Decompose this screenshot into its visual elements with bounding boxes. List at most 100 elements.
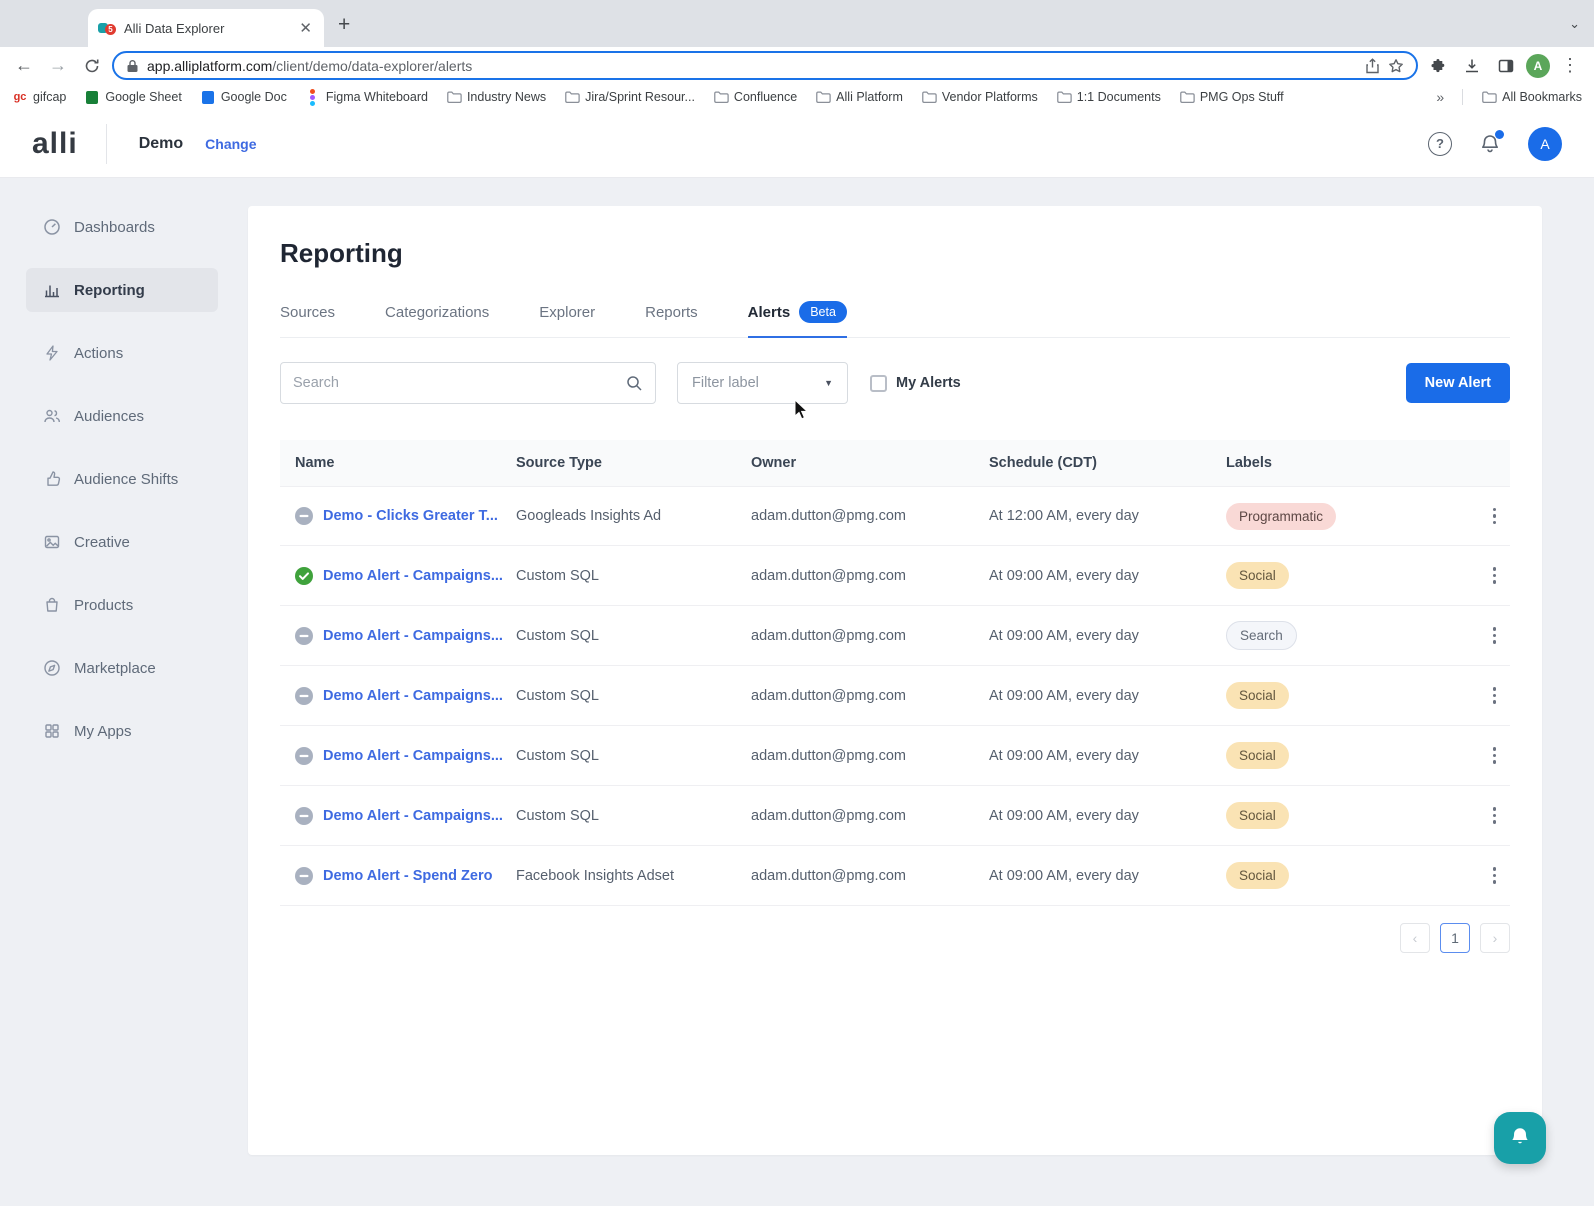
sidebar-item[interactable]: Creative: [26, 520, 218, 564]
new-alert-button[interactable]: New Alert: [1405, 363, 1510, 403]
change-client-link[interactable]: Change: [205, 136, 256, 152]
downloads-icon[interactable]: [1458, 52, 1486, 80]
figma-icon: [305, 88, 321, 106]
all-bookmarks[interactable]: All Bookmarks: [1481, 89, 1582, 105]
folder-icon: [921, 89, 937, 105]
next-page-button[interactable]: ›: [1480, 923, 1510, 953]
bookmark-item[interactable]: Figma Whiteboard: [305, 88, 428, 106]
divider: [1462, 89, 1464, 105]
table-header-row: Name Source Type Owner Schedule (CDT) La…: [280, 440, 1510, 486]
sidebar-item[interactable]: My Apps: [26, 709, 218, 753]
sidebar-item[interactable]: Audiences: [26, 394, 218, 438]
bookmark-item[interactable]: Confluence: [713, 89, 797, 105]
label-pill: Social: [1226, 742, 1289, 769]
folder-icon: [1481, 89, 1497, 105]
bookmark-item[interactable]: Vendor Platforms: [921, 89, 1038, 105]
bookmark-label: gifcap: [33, 90, 67, 104]
sidebar: Dashboards Reporting Actions Audiences A…: [0, 178, 248, 1206]
row-menu-icon[interactable]: [1489, 504, 1501, 529]
browser-profile-avatar[interactable]: A: [1526, 53, 1550, 78]
share-icon[interactable]: [1365, 57, 1380, 74]
tab[interactable]: Alerts Beta: [747, 301, 847, 338]
row-menu-icon[interactable]: [1489, 683, 1501, 708]
alli-logo[interactable]: alli: [32, 127, 78, 161]
sidebar-item-label: Reporting: [74, 281, 145, 299]
sidebar-item[interactable]: Reporting: [26, 268, 218, 312]
bookmark-item[interactable]: Industry News: [446, 89, 546, 105]
paused-icon: [295, 507, 313, 525]
row-menu-icon[interactable]: [1489, 803, 1501, 828]
bookmark-item[interactable]: Jira/Sprint Resour...: [564, 89, 695, 105]
side-panel-icon[interactable]: [1492, 52, 1520, 80]
row-menu-icon[interactable]: [1489, 623, 1501, 648]
notifications-bell-icon[interactable]: [1478, 129, 1504, 156]
new-tab-button[interactable]: +: [338, 14, 350, 35]
column-header-source-type: Source Type: [516, 455, 602, 471]
notification-badge: [1495, 129, 1504, 139]
refresh-icon[interactable]: [78, 52, 106, 80]
bookmarks-overflow-icon[interactable]: »: [1436, 89, 1444, 105]
tab-close-icon[interactable]: ✕: [297, 19, 314, 37]
alert-name-link[interactable]: Demo Alert - Campaigns...: [323, 628, 503, 644]
url-bar[interactable]: app.alliplatform.com/client/demo/data-ex…: [112, 51, 1418, 80]
bookmark-item[interactable]: 1:1 Documents: [1056, 89, 1161, 105]
filter-label-dropdown[interactable]: Filter label ▼: [677, 362, 848, 404]
sidebar-item[interactable]: Audience Shifts: [26, 457, 218, 501]
back-icon[interactable]: ←: [10, 52, 38, 80]
page-title: Reporting: [280, 238, 403, 268]
all-bookmarks-label: All Bookmarks: [1502, 90, 1582, 104]
bookmark-item[interactable]: Google Doc: [200, 89, 287, 105]
help-icon[interactable]: ?: [1428, 131, 1452, 156]
bookmark-star-icon[interactable]: [1388, 58, 1404, 74]
alert-name-link[interactable]: Demo Alert - Campaigns...: [323, 568, 503, 584]
chat-widget-button[interactable]: [1494, 1112, 1546, 1164]
alert-name-link[interactable]: Demo Alert - Campaigns...: [323, 688, 503, 704]
url-text: app.alliplatform.com/client/demo/data-ex…: [147, 57, 473, 74]
bookmark-item[interactable]: Alli Platform: [815, 89, 903, 105]
tab-title: Alli Data Explorer: [124, 20, 225, 36]
sidebar-item[interactable]: Dashboards: [26, 205, 218, 249]
tab-label: Alerts: [747, 303, 791, 321]
source-type-cell: Custom SQL: [516, 567, 599, 584]
reporting-icon: [43, 281, 61, 299]
search-input[interactable]: [293, 375, 626, 391]
user-avatar[interactable]: A: [1528, 126, 1562, 161]
current-page-button[interactable]: 1: [1440, 923, 1470, 953]
tab-search-chevron-icon[interactable]: ⌄: [1569, 16, 1580, 32]
row-menu-icon[interactable]: [1489, 743, 1501, 768]
bookmark-item[interactable]: PMG Ops Stuff: [1179, 89, 1284, 105]
browser-tabstrip: 5 Alli Data Explorer ✕ + ⌄: [0, 0, 1594, 47]
pagination: ‹ 1 ›: [280, 923, 1510, 953]
browser-tab[interactable]: 5 Alli Data Explorer ✕: [88, 9, 324, 47]
my-alerts-checkbox[interactable]: [870, 374, 887, 392]
bookmark-label: 1:1 Documents: [1076, 90, 1161, 104]
column-header-name: Name: [295, 455, 335, 471]
alert-name-link[interactable]: Demo Alert - Campaigns...: [323, 808, 503, 824]
row-menu-icon[interactable]: [1489, 863, 1501, 888]
tab[interactable]: Explorer: [539, 301, 595, 338]
alert-name-link[interactable]: Demo - Clicks Greater T...: [323, 508, 498, 524]
sidebar-item[interactable]: Actions: [26, 331, 218, 375]
table-row: Demo Alert - Campaigns... Custom SQL ada…: [280, 786, 1510, 846]
sidebar-item[interactable]: Marketplace: [26, 646, 218, 690]
search-box[interactable]: [280, 362, 656, 404]
owner-cell: adam.dutton@pmg.com: [751, 747, 906, 764]
column-header-schedule: Schedule (CDT): [989, 455, 1097, 471]
bookmark-item[interactable]: gc gifcap: [12, 89, 67, 105]
bookmark-item[interactable]: Google Sheet: [84, 89, 182, 105]
row-menu-icon[interactable]: [1489, 563, 1501, 588]
tab[interactable]: Reports: [645, 301, 698, 338]
tab[interactable]: Categorizations: [385, 301, 489, 338]
my-alerts-toggle[interactable]: My Alerts: [870, 374, 961, 392]
sidebar-item[interactable]: Products: [26, 583, 218, 627]
browser-menu-icon[interactable]: ⋮: [1556, 52, 1584, 80]
alert-name-link[interactable]: Demo Alert - Spend Zero: [323, 868, 492, 884]
alert-name-link[interactable]: Demo Alert - Campaigns...: [323, 748, 503, 764]
prev-page-button[interactable]: ‹: [1400, 923, 1430, 953]
extensions-icon[interactable]: [1424, 52, 1452, 80]
source-type-cell: Custom SQL: [516, 807, 599, 824]
source-type-cell: Custom SQL: [516, 687, 599, 704]
tab[interactable]: Sources: [280, 301, 335, 338]
filter-label-value: Filter label: [692, 375, 759, 391]
forward-icon[interactable]: →: [44, 52, 72, 80]
